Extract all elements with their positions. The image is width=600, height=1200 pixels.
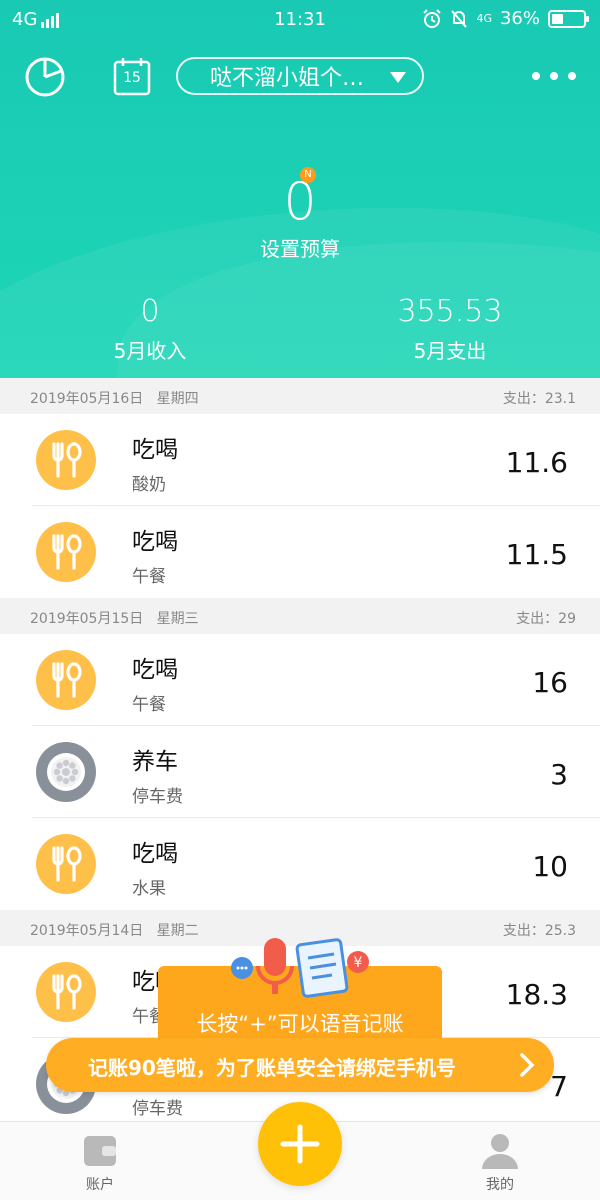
add-record-button[interactable] [258,1102,342,1186]
day-weekday: 星期四 [156,391,199,407]
day-weekday: 星期二 [156,923,199,939]
item-note: 午餐 [132,567,166,587]
more-icon[interactable] [532,72,576,80]
calendar-day: 15 [123,70,141,86]
expense-label: 5月支出 [413,339,487,363]
item-category: 养车 [132,749,178,775]
plus-icon [280,1124,320,1164]
day-total: 支出：23.1 [502,391,576,407]
svg-text:¥: ¥ [354,955,363,971]
user-icon [482,1134,518,1169]
tab-mine-label: 我的 [486,1177,514,1193]
income-value: 0 [140,294,160,329]
list-item[interactable]: 养车 停车费 3 [0,726,600,818]
item-amount: 11.5 [505,538,568,571]
bind-phone-text: 记账90笔啦，为了账单安全请绑定手机号 [88,1056,456,1080]
new-badge: N [300,167,316,183]
wallet-icon [84,1136,116,1166]
bind-phone-banner[interactable]: 记账90笔啦，为了账单安全请绑定手机号 [46,1038,554,1092]
day-date: 2019年05月15日 [30,611,144,627]
fork-spoon-icon [36,650,96,710]
battery-percent: 36% [499,8,540,29]
battery-icon [548,9,589,28]
voice-tip-text: 长按“+”可以语音记账 [196,1012,404,1036]
fork-spoon-icon [36,834,96,894]
calendar-button[interactable]: 15 [112,56,152,96]
day-date: 2019年05月14日 [30,923,144,939]
network-label-2: 4G [476,11,492,25]
status-bar: 4G 11:31 4G 36% [0,0,600,40]
book-selector[interactable]: 哒不溜小姐个… [176,57,424,95]
tab-mine[interactable]: 我的 [450,1122,550,1200]
day-header: 2019年05月16日 星期四 支出：23.1 [0,378,600,414]
income-summary[interactable]: 0 5月收入 [50,294,250,364]
day-weekday: 星期三 [156,611,199,627]
item-note: 水果 [132,879,166,899]
item-amount: 18.3 [505,978,568,1011]
item-note: 酸奶 [132,475,166,495]
item-amount: 11.6 [505,446,568,479]
alarm-icon [423,8,442,28]
expense-summary[interactable]: 355.53 5月支出 [350,294,550,364]
income-label: 5月收入 [113,339,187,363]
item-amount: 10 [532,850,568,883]
budget-value[interactable]: 0 [0,172,600,232]
header: 4G 11:31 4G 36% 15 哒不溜小姐个… 0 N 设置预算 0 5月… [0,0,600,378]
fork-spoon-icon [36,522,96,582]
status-icons: 4G 36% [422,8,589,29]
item-note: 停车费 [132,787,183,807]
chart-icon[interactable] [24,56,66,98]
item-amount: 7 [550,1070,568,1103]
wheel-icon [36,742,96,802]
item-category: 吃喝 [132,657,178,683]
microphone-clipboard-icon: ¥ [231,938,369,998]
day-total: 支出：29 [516,611,576,627]
day-total: 支出：25.3 [502,923,576,939]
list-item[interactable]: 吃喝 午餐 11.5 [0,506,600,598]
day-header: 2019年05月15日 星期三 支出：29 [0,598,600,634]
item-category: 吃喝 [132,437,178,463]
set-budget-link[interactable]: 设置预算 [0,233,600,262]
fork-spoon-icon [36,430,96,490]
list-item[interactable]: 吃喝 酸奶 11.6 [0,414,600,506]
chevron-right-icon [520,1053,535,1077]
item-note: 停车费 [132,1099,183,1119]
mute-bell-icon [451,9,468,28]
item-category: 吃喝 [132,841,178,867]
tab-accounts-label: 账户 [86,1177,114,1193]
expense-value: 355.53 [397,294,503,329]
item-amount: 16 [532,666,568,699]
tab-accounts[interactable]: 账户 [50,1122,150,1200]
list-item[interactable]: 吃喝 水果 10 [0,818,600,910]
fork-spoon-icon [36,962,96,1022]
item-note: 午餐 [132,695,166,715]
caret-down-icon [390,72,406,83]
day-date: 2019年05月16日 [30,391,144,407]
list-item[interactable]: 吃喝 午餐 16 [0,634,600,726]
item-amount: 3 [550,758,568,791]
item-category: 吃喝 [132,529,178,555]
book-name: 哒不溜小姐个… [210,66,365,91]
